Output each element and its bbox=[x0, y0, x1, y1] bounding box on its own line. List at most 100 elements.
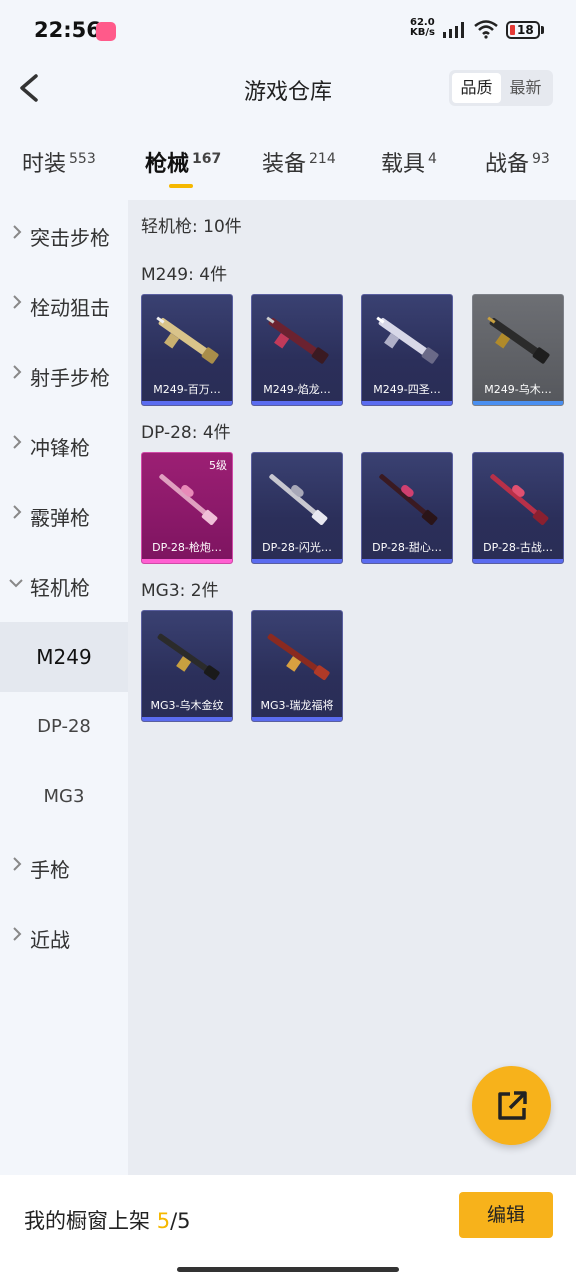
sidebar-item-label: 栓动狙击 bbox=[30, 296, 110, 320]
weapon-name: M249-焰龙… bbox=[263, 383, 331, 396]
sidebar-item-label: 轻机枪 bbox=[30, 576, 90, 600]
dp28-gun-icon bbox=[379, 474, 438, 525]
tab-costume[interactable]: 时装 553 bbox=[22, 146, 96, 178]
dp28-gun-icon bbox=[490, 474, 549, 525]
sidebar-item-label: 近战 bbox=[30, 928, 70, 952]
sort-option-newest[interactable]: 最新 bbox=[501, 73, 550, 103]
showcase-current-count: 5 bbox=[156, 1209, 171, 1233]
weapon-name: M249-四圣… bbox=[373, 383, 441, 396]
tab-count: 167 bbox=[192, 151, 222, 167]
chevron-right-icon bbox=[13, 927, 22, 941]
rarity-bar bbox=[252, 717, 342, 721]
m249-gun-icon bbox=[156, 316, 219, 364]
tab-count: 553 bbox=[69, 151, 96, 167]
weapon-card[interactable]: M249-百万… bbox=[141, 294, 233, 406]
weapon-name: M249-百万… bbox=[153, 383, 221, 396]
tab-count: 4 bbox=[428, 151, 437, 167]
tab-label: 装备 bbox=[262, 152, 307, 177]
chevron-right-icon bbox=[13, 505, 22, 519]
tab-vehicles[interactable]: 载具 4 bbox=[381, 146, 437, 178]
group-title-mg3: MG3: 2件 bbox=[141, 581, 219, 601]
sidebar-item-lmg[interactable]: 轻机枪 bbox=[0, 550, 128, 620]
chevron-right-icon bbox=[13, 365, 22, 379]
sidebar-subitem-m249[interactable]: M249 bbox=[0, 622, 128, 692]
chevron-down-icon bbox=[9, 579, 23, 588]
active-tab-indicator bbox=[169, 184, 193, 188]
sort-toggle[interactable]: 品质 最新 bbox=[449, 70, 553, 106]
weapon-card[interactable]: MG3-乌木金纹 bbox=[141, 610, 233, 722]
network-speed: 62.0 KB/s bbox=[410, 18, 435, 38]
dp28-gun-icon bbox=[159, 474, 218, 525]
showcase-bottom-bar: 我的橱窗上架 5/5 编辑 bbox=[0, 1175, 576, 1280]
sidebar-subitem-mg3[interactable]: MG3 bbox=[0, 762, 128, 832]
battery-tip bbox=[541, 26, 544, 34]
sidebar-item-smg[interactable]: 冲锋枪 bbox=[0, 410, 128, 480]
sidebar-subitem-dp28[interactable]: DP-28 bbox=[0, 692, 128, 762]
rarity-bar bbox=[142, 401, 232, 405]
tab-label: 战备 bbox=[485, 152, 530, 177]
sidebar-item-pistol[interactable]: 手枪 bbox=[0, 832, 128, 902]
category-tabs: 时装 553 枪械 167 装备 214 载具 4 战备 93 bbox=[0, 140, 576, 200]
wifi-icon bbox=[474, 20, 498, 39]
weapon-card[interactable]: M249-乌木… bbox=[472, 294, 564, 406]
lmg-summary: 轻机枪: 10件 bbox=[141, 217, 242, 237]
battery-level: 18 bbox=[517, 23, 534, 37]
showcase-status: 我的橱窗上架 5/5 bbox=[24, 1205, 191, 1235]
rarity-bar bbox=[252, 401, 342, 405]
battery-icon: 18 bbox=[506, 21, 540, 39]
dp28-gun-icon bbox=[269, 474, 328, 525]
app-notification-icon bbox=[96, 22, 116, 41]
chevron-right-icon bbox=[13, 295, 22, 309]
weapon-card[interactable]: 5级 DP-28-枪炮… bbox=[141, 452, 233, 564]
sidebar-item-assault-rifle[interactable]: 突击步枪 bbox=[0, 200, 128, 270]
tab-label: 载具 bbox=[381, 152, 426, 177]
rarity-bar bbox=[142, 559, 232, 563]
rarity-bar bbox=[473, 401, 563, 405]
weapon-card[interactable]: MG3-瑞龙福将 bbox=[251, 610, 343, 722]
tab-supplies[interactable]: 战备 93 bbox=[485, 146, 550, 178]
chevron-right-icon bbox=[13, 857, 22, 871]
sidebar-item-label: 手枪 bbox=[30, 858, 70, 882]
weapon-name: DP-28-甜心… bbox=[372, 541, 442, 554]
weapon-grid-panel: 轻机枪: 10件 M249: 4件 M249-百万… M249-焰龙… M249… bbox=[128, 200, 576, 1175]
signal-icon bbox=[443, 22, 464, 38]
sidebar-item-marksman-rifle[interactable]: 射手步枪 bbox=[0, 340, 128, 410]
app-header: 游戏仓库 品质 最新 bbox=[0, 60, 576, 120]
sidebar-item-shotgun[interactable]: 霰弹枪 bbox=[0, 480, 128, 550]
status-time: 22:56 bbox=[34, 18, 101, 42]
rarity-bar bbox=[252, 559, 342, 563]
sidebar-item-label: 霰弹枪 bbox=[30, 506, 90, 530]
weapon-card[interactable]: M249-四圣… bbox=[361, 294, 453, 406]
tab-equipment[interactable]: 装备 214 bbox=[262, 146, 336, 178]
sort-option-quality[interactable]: 品质 bbox=[452, 73, 501, 103]
weapon-card[interactable]: M249-焰龙… bbox=[251, 294, 343, 406]
showcase-label: 我的橱窗上架 bbox=[24, 1209, 150, 1233]
chevron-right-icon bbox=[13, 225, 22, 239]
group-title-m249: M249: 4件 bbox=[141, 265, 228, 285]
weapon-category-sidebar: 突击步枪 栓动狙击 射手步枪 冲锋枪 霰弹枪 轻机枪 M249 DP-28 MG… bbox=[0, 200, 128, 1175]
rarity-bar bbox=[362, 559, 452, 563]
weapon-card[interactable]: DP-28-甜心… bbox=[361, 452, 453, 564]
rarity-bar bbox=[362, 401, 452, 405]
weapon-name: DP-28-枪炮… bbox=[152, 541, 222, 554]
share-icon bbox=[498, 1091, 527, 1120]
weapon-card[interactable]: DP-28-闪光… bbox=[251, 452, 343, 564]
weapon-name: DP-28-闪光… bbox=[262, 541, 332, 554]
share-button[interactable] bbox=[472, 1066, 551, 1145]
sidebar-item-bolt-sniper[interactable]: 栓动狙击 bbox=[0, 270, 128, 340]
mg3-gun-icon bbox=[157, 633, 220, 680]
m249-gun-icon bbox=[376, 316, 439, 364]
edit-button[interactable]: 编辑 bbox=[459, 1192, 553, 1238]
network-speed-unit: KB/s bbox=[410, 27, 435, 38]
weapon-card[interactable]: DP-28-古战… bbox=[472, 452, 564, 564]
tab-firearms[interactable]: 枪械 167 bbox=[145, 146, 222, 188]
tab-label: 时装 bbox=[22, 152, 67, 177]
sidebar-item-melee[interactable]: 近战 bbox=[0, 902, 128, 972]
rarity-bar bbox=[142, 717, 232, 721]
showcase-total-count: /5 bbox=[170, 1209, 191, 1233]
rarity-bar bbox=[473, 559, 563, 563]
chevron-right-icon bbox=[13, 435, 22, 449]
weapon-name: MG3-瑞龙福将 bbox=[260, 699, 334, 712]
sidebar-item-label: 射手步枪 bbox=[30, 366, 110, 390]
home-indicator[interactable] bbox=[177, 1267, 399, 1272]
